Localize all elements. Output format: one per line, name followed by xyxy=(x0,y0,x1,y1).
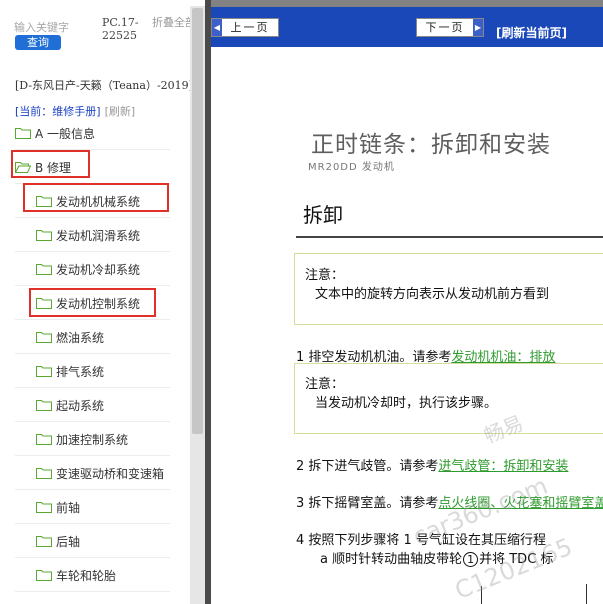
document-subtitle: MR20DD 发动机 xyxy=(308,162,395,173)
folder-icon xyxy=(36,230,52,241)
divider xyxy=(15,421,170,422)
divider xyxy=(15,319,170,320)
tree-item-label: 前轴 xyxy=(56,500,81,515)
prev-page-button[interactable]: ◀ 上一页 xyxy=(211,18,279,37)
next-page-label: 下一页 xyxy=(425,21,465,34)
tree-item-wheels-tires[interactable]: 车轮和轮胎 xyxy=(36,565,116,585)
search-button[interactable]: 查询 xyxy=(15,35,61,50)
divider xyxy=(15,523,170,524)
document-title: 正时链条：拆卸和安装 xyxy=(311,132,551,158)
prev-page-label: 上一页 xyxy=(230,21,270,34)
tree-item-engine-lubrication[interactable]: 发动机润滑系统 xyxy=(36,225,140,245)
arrow-right-icon: ▶ xyxy=(473,19,483,36)
folder-icon xyxy=(36,536,52,547)
tree-item-engine-cooling[interactable]: 发动机冷却系统 xyxy=(36,259,140,279)
highlight-box-repair xyxy=(11,150,90,178)
tree-item-label: A 一般信息 xyxy=(35,126,96,141)
current-manual-line: [当前：维修手册] [刷新] xyxy=(15,103,135,119)
divider xyxy=(15,353,170,354)
folder-icon xyxy=(36,400,52,411)
notice-box: 注意： 文本中的旋转方向表示从发动机前方看到 xyxy=(294,253,603,325)
tree-item-fuel[interactable]: 燃油系统 xyxy=(36,327,104,347)
folder-icon xyxy=(36,366,52,377)
notice-text: 当发动机冷却时，执行该步骤。 xyxy=(315,396,498,411)
divider xyxy=(15,591,170,592)
tree-item-front-axle[interactable]: 前轴 xyxy=(36,497,80,517)
sidebar: 查询 PC.17-22525 折叠全部 [D-东风日产-天籁（Teana）-20… xyxy=(0,0,205,604)
divider xyxy=(15,285,170,286)
tree-item-transaxle[interactable]: 变速驱动桥和变速箱 xyxy=(36,463,164,483)
tree-item-label: 后轴 xyxy=(56,534,81,549)
current-manual-label: [当前：维修手册] xyxy=(15,105,101,118)
folder-icon xyxy=(36,502,52,513)
folder-icon xyxy=(36,570,52,581)
pc-code: PC.17-22525 xyxy=(102,16,139,42)
search-input[interactable] xyxy=(14,18,80,36)
folder-icon xyxy=(15,128,31,139)
tree-item-label: 发动机冷却系统 xyxy=(56,262,141,277)
divider xyxy=(15,455,170,456)
tree-item-exhaust[interactable]: 排气系统 xyxy=(36,361,104,381)
tree-item-label: 起动系统 xyxy=(56,398,105,413)
tree-item-rear-axle[interactable]: 后轴 xyxy=(36,531,80,551)
refresh-tree-link[interactable]: [刷新] xyxy=(105,105,136,118)
refresh-page-link[interactable]: [刷新当前页] xyxy=(496,24,567,41)
tree-item-general-info[interactable]: A 一般信息 xyxy=(15,123,95,143)
folder-icon xyxy=(36,332,52,343)
vehicle-model: [D-东风日产-天籁（Teana）-2019] xyxy=(15,79,193,92)
divider xyxy=(15,557,170,558)
tree-item-label: 发动机润滑系统 xyxy=(56,228,141,243)
sidebar-scroll-thumb[interactable] xyxy=(192,8,203,434)
tree-item-label: 加速控制系统 xyxy=(56,432,129,447)
notice-text: 文本中的旋转方向表示从发动机前方看到 xyxy=(315,287,550,302)
section-heading: 拆卸 xyxy=(303,203,343,227)
tree-item-label: 排气系统 xyxy=(56,364,105,379)
step-text: 3 拆下摇臂室盖。请参考 xyxy=(296,496,439,511)
step-text: a 顺时针转动曲轴皮带轮 xyxy=(320,552,463,567)
notice-box: 注意： 当发动机冷却时，执行该步骤。 xyxy=(294,363,603,434)
folder-icon xyxy=(36,468,52,479)
divider xyxy=(15,217,170,218)
notice-title: 注意： xyxy=(305,377,345,392)
section-rule xyxy=(296,236,603,238)
next-page-button[interactable]: 下一页 ▶ xyxy=(416,18,484,37)
divider xyxy=(15,489,170,490)
tree-item-starting[interactable]: 起动系统 xyxy=(36,395,104,415)
divider xyxy=(15,387,170,388)
step-text: 2 拆下进气歧管。请参考 xyxy=(296,459,439,474)
folder-icon xyxy=(36,264,52,275)
document-viewer: 正时链条：拆卸和安装 MR20DD 发动机 拆卸 注意： 文本中的旋转方向表示从… xyxy=(211,47,603,604)
step-2: 2 拆下进气歧管。请参考进气歧管：拆卸和安装 xyxy=(296,455,568,474)
notice-title: 注意： xyxy=(305,268,345,283)
tree-item-accelerator-control[interactable]: 加速控制系统 xyxy=(36,429,128,449)
tree-item-label: 车轮和轮胎 xyxy=(56,568,117,583)
folder-icon xyxy=(36,434,52,445)
callout-number: 1 xyxy=(463,552,479,567)
step-link[interactable]: 进气歧管：拆卸和安装 xyxy=(438,459,568,474)
arrow-left-icon: ◀ xyxy=(212,19,222,36)
diagram-line xyxy=(586,584,587,604)
highlight-box-engine-mechanical xyxy=(23,183,169,212)
divider xyxy=(15,251,170,252)
tree-item-label: 变速驱动桥和变速箱 xyxy=(56,466,165,481)
tree-item-label: 燃油系统 xyxy=(56,330,105,345)
highlight-box-engine-control xyxy=(29,288,156,317)
